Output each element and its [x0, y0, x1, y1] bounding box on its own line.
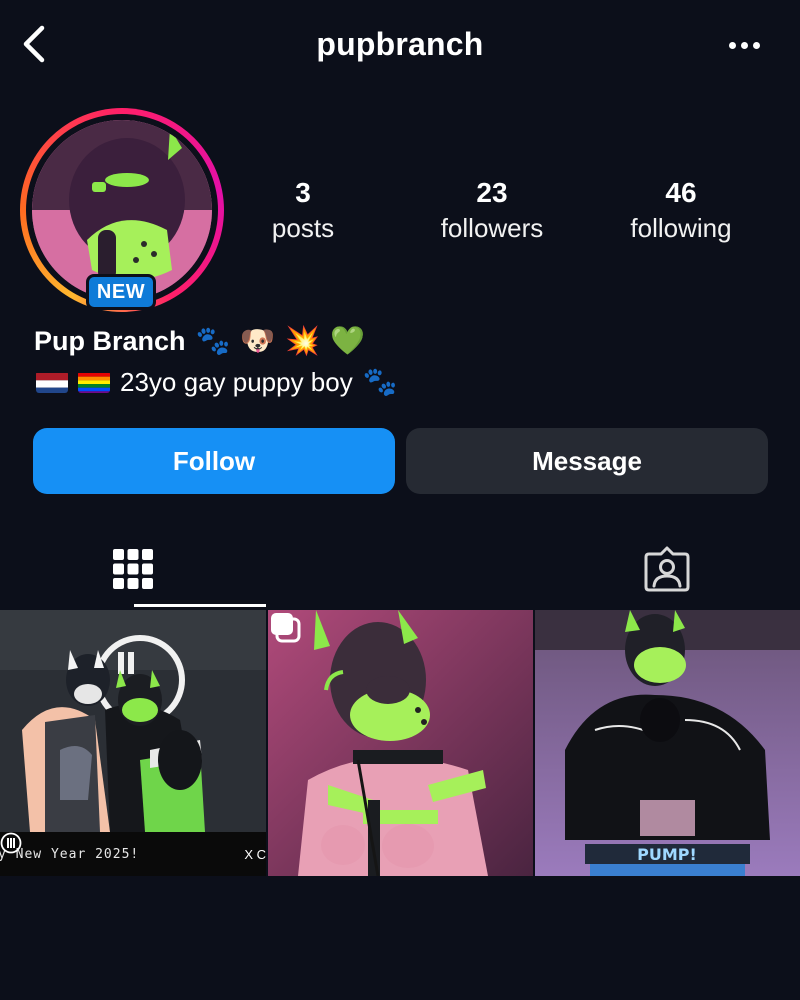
stat-following[interactable]: 46 following	[601, 176, 761, 246]
paw-prints-emoji: 🐾	[195, 325, 231, 356]
post-caption-strip: y New Year 2025! X C	[0, 832, 266, 876]
following-label: following	[630, 213, 732, 243]
rainbow-flag-icon	[78, 371, 110, 393]
stat-followers[interactable]: 23 followers	[412, 176, 572, 246]
post-thumbnail[interactable]: y New Year 2025! X C	[0, 610, 266, 876]
circle-logo-icon	[0, 832, 22, 854]
profile-header: pupbranch	[0, 0, 800, 90]
posts-label: posts	[271, 213, 335, 243]
tagged-person-icon	[644, 546, 690, 592]
grid-icon	[113, 549, 153, 589]
dog-face-emoji: 🐶	[240, 325, 276, 356]
bio-row: 23yo gay puppy boy 🐾	[36, 366, 398, 398]
display-name-row: Pup Branch 🐾 🐶 💥 💚	[34, 325, 365, 357]
post-caption-right-text: X C	[244, 846, 266, 862]
tab-posts-grid[interactable]	[0, 530, 266, 608]
more-options-button[interactable]	[724, 30, 764, 60]
followers-label: followers	[440, 213, 544, 243]
bio-text: 23yo gay puppy boy	[120, 366, 353, 397]
collision-emoji: 💥	[285, 325, 321, 356]
netherlands-flag-icon	[36, 371, 68, 393]
paw-prints-emoji: 🐾	[362, 366, 398, 397]
follow-button[interactable]: Follow	[33, 428, 395, 494]
following-count: 46	[665, 177, 697, 208]
followers-count: 23	[476, 177, 508, 208]
avatar	[32, 120, 212, 300]
stat-posts[interactable]: 3 posts	[223, 176, 383, 246]
post-thumbnail[interactable]: PUMP!	[535, 610, 800, 876]
multiple-posts-icon	[271, 613, 301, 643]
display-name: Pup Branch	[34, 325, 186, 356]
active-tab-indicator	[134, 604, 266, 607]
posts-grid: y New Year 2025! X C PUMP!	[0, 610, 800, 876]
posts-count: 3	[295, 177, 311, 208]
page-title: pupbranch	[316, 26, 484, 62]
post-overlay-text: PUMP!	[637, 845, 697, 864]
tab-tagged[interactable]	[534, 530, 800, 608]
new-badge: NEW	[86, 274, 156, 310]
message-button[interactable]: Message	[406, 428, 768, 494]
more-horizontal-icon	[726, 41, 762, 49]
post-caption-logo: X C	[0, 832, 266, 862]
green-heart-emoji: 💚	[330, 325, 366, 356]
post-thumbnail[interactable]	[268, 610, 533, 876]
